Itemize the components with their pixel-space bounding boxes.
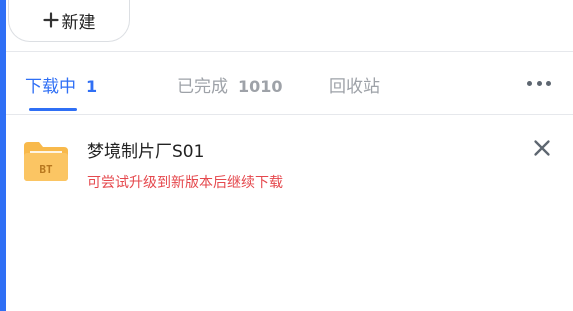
plus-icon [42,12,59,28]
more-options-button[interactable] [527,78,551,88]
tab-recycle-bin-label: 回收站 [329,77,380,97]
tab-downloading-label: 下载中 [25,77,76,97]
task-status-message: 可尝试升级到新版本后继续下载 [87,175,283,191]
download-task-item[interactable]: BT 梦境制片厂S01 可尝试升级到新版本后继续下载 [6,115,573,215]
tab-downloading-count: 1 [86,77,98,96]
tab-completed-count: 1010 [238,77,283,96]
tab-completed[interactable]: 已完成 1010 [177,72,283,97]
more-dot [536,80,542,86]
bt-folder-icon: BT [24,142,68,181]
more-horizontal-icon [527,80,532,86]
tab-completed-label: 已完成 [177,77,228,97]
new-task-button[interactable]: 新建 [8,0,130,42]
close-icon[interactable] [533,139,551,157]
task-name: 梦境制片厂S01 [87,142,205,162]
download-tabs: 下载中 1 已完成 1010 回收站 [6,52,573,114]
more-dot [546,80,551,86]
tab-recycle-bin[interactable]: 回收站 [329,72,380,97]
file-type-text: BT [39,163,53,176]
active-tab-indicator [29,108,77,111]
tab-downloading[interactable]: 下载中 1 [25,72,97,97]
new-task-label: 新建 [61,13,96,33]
